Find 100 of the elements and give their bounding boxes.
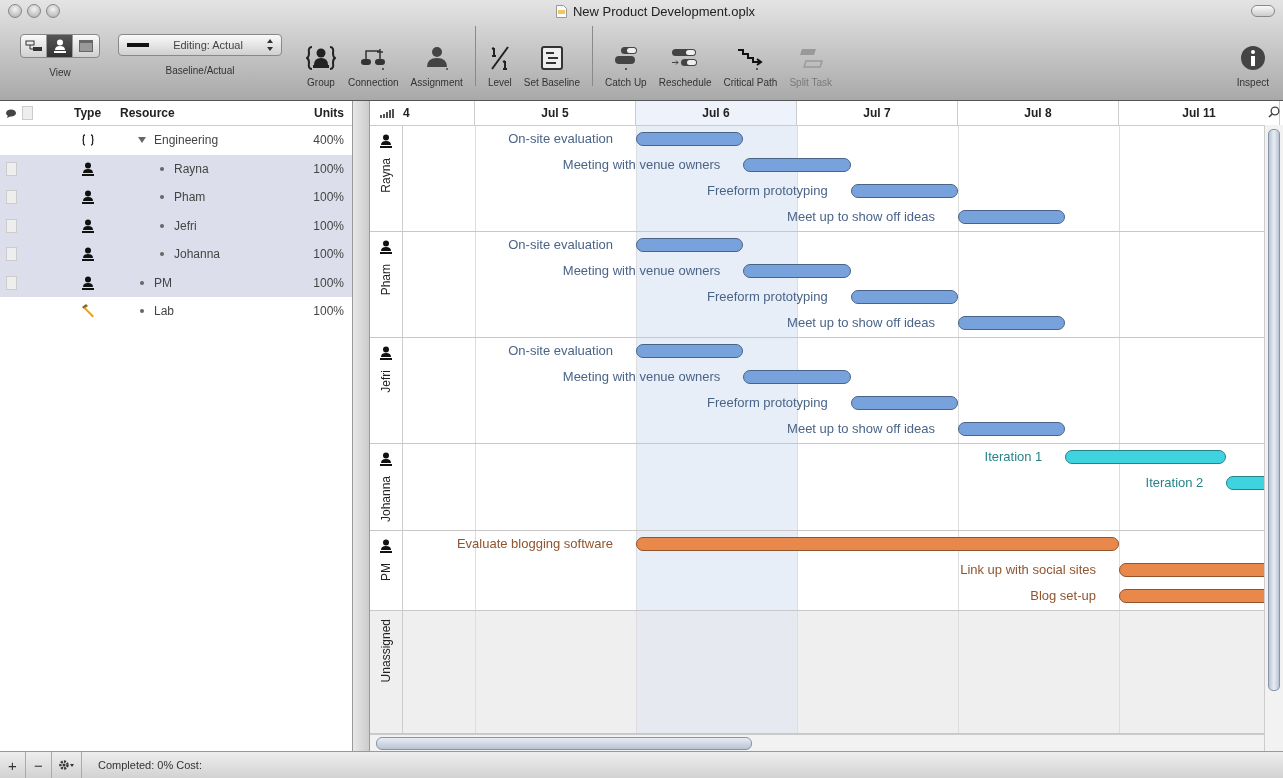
zoom-level-icon[interactable]	[379, 108, 394, 118]
resource-row[interactable]: Lab 100%	[0, 297, 352, 326]
calendar-view-icon	[79, 40, 93, 52]
info-icon	[1239, 45, 1266, 71]
baseline-popup[interactable]: Editing: Actual	[118, 34, 282, 56]
group-icon	[306, 45, 336, 71]
task-label: Link up with social sites	[960, 562, 1096, 579]
task-label: Meet up to show off ideas	[787, 315, 935, 331]
toolbar-button[interactable]: Critical Path	[717, 26, 784, 88]
task-bar[interactable]	[1065, 450, 1227, 464]
zoom-button[interactable]	[46, 4, 60, 18]
task-bar[interactable]	[636, 344, 744, 358]
day-header[interactable]: Jul 8	[958, 101, 1119, 125]
task-bar[interactable]	[850, 290, 958, 304]
note-icon	[6, 190, 17, 205]
column-header[interactable]: Type	[55, 106, 120, 120]
units-value: 100%	[312, 161, 345, 176]
toolbar-button[interactable]: Group	[300, 26, 342, 88]
units-value: 100%	[312, 275, 345, 290]
task-bar[interactable]	[636, 132, 744, 146]
document-icon	[555, 4, 567, 18]
settings-icon	[58, 760, 75, 770]
units-value: 100%	[312, 218, 345, 233]
toolbar-button[interactable]: Level	[481, 26, 518, 88]
person-icon	[380, 452, 392, 466]
task-bar[interactable]	[850, 184, 958, 198]
resource-name: Jefri	[174, 218, 197, 233]
column-header[interactable]: Resource	[120, 106, 284, 120]
bullet-icon	[160, 252, 164, 257]
task-bar[interactable]	[850, 396, 958, 410]
person-icon	[380, 134, 392, 148]
search-icon[interactable]	[1268, 106, 1280, 118]
task-label: Freeform prototyping	[707, 183, 828, 199]
task-bar[interactable]	[636, 238, 744, 252]
toolbar-button[interactable]: Catch Up	[599, 26, 653, 88]
task-bar[interactable]	[958, 210, 1066, 224]
disclosure-triangle-icon[interactable]	[138, 136, 146, 145]
toolbar-button[interactable]: Reschedule	[652, 26, 718, 88]
task-bar[interactable]	[743, 264, 851, 278]
resource-row[interactable]: Engineering 400%	[0, 126, 352, 155]
resource-name: Pham	[174, 190, 206, 205]
column-header[interactable]: Units	[284, 106, 352, 120]
task-label: Meeting with venue owners	[562, 157, 721, 173]
note-icon	[6, 247, 17, 262]
task-label: Meeting with venue owners	[562, 263, 721, 279]
units-value: 100%	[312, 304, 345, 319]
task-bar[interactable]	[1119, 563, 1265, 578]
resource-row[interactable]: Pham 100%	[0, 183, 352, 212]
scrollbar-thumb[interactable]	[1268, 129, 1280, 691]
person-icon	[81, 247, 94, 262]
note-icon	[6, 161, 17, 176]
task-label: On-site evaluation	[508, 131, 613, 147]
resource-row[interactable]: Jefri 100%	[0, 211, 352, 240]
group-icon	[81, 134, 94, 147]
toolbar-button[interactable]: Connection	[342, 26, 405, 88]
minimize-button[interactable]	[27, 4, 41, 18]
bullet-icon	[140, 309, 144, 314]
task-bar[interactable]	[958, 422, 1066, 436]
day-header[interactable]: Jul 7	[797, 101, 958, 125]
bullet-icon	[160, 166, 164, 171]
day-header[interactable]: Jul 6	[636, 101, 797, 125]
task-label: Evaluate blogging software	[456, 536, 613, 553]
task-bar[interactable]	[636, 537, 1119, 552]
resource-name: Rayna	[174, 161, 209, 176]
lane-label: Rayna	[379, 158, 393, 193]
task-bar[interactable]	[1119, 589, 1265, 604]
person-icon	[380, 539, 392, 554]
toolbar-toggle-button[interactable]	[1251, 5, 1275, 17]
person-icon	[380, 240, 392, 254]
person-icon	[81, 190, 94, 205]
resource-name: Johanna	[174, 247, 221, 262]
add-button[interactable]: +	[0, 752, 26, 778]
remove-button[interactable]: −	[26, 752, 52, 778]
comment-icon	[6, 108, 16, 118]
lane-label: Pham	[379, 264, 393, 296]
network-view-icon	[24, 40, 43, 52]
scrollbar-thumb[interactable]	[376, 736, 752, 750]
units-value: 100%	[312, 190, 345, 205]
toolbar-label: Baseline/Actual	[165, 65, 235, 76]
view-switcher[interactable]	[20, 34, 100, 58]
units-value: 400%	[312, 133, 345, 148]
task-label: Meet up to show off ideas	[787, 209, 935, 225]
close-button[interactable]	[8, 4, 22, 18]
task-label: On-site evaluation	[508, 343, 613, 359]
status-text: Completed: 0% Cost:	[98, 759, 202, 771]
resource-name: Engineering	[154, 133, 219, 148]
day-header: 4	[403, 106, 410, 120]
stepper-icon	[267, 39, 273, 51]
task-bar[interactable]	[743, 370, 851, 384]
toolbar-button[interactable]: Inspect	[1230, 26, 1275, 88]
resource-row[interactable]: Johanna 100%	[0, 240, 352, 269]
task-bar[interactable]	[743, 158, 851, 172]
resource-row[interactable]: Rayna 100%	[0, 154, 352, 183]
task-bar[interactable]	[958, 316, 1066, 330]
resource-name: Lab	[154, 304, 175, 319]
resource-row[interactable]: PM 100%	[0, 268, 352, 297]
toolbar-button[interactable]: Assignment	[404, 26, 469, 88]
task-label: On-site evaluation	[508, 237, 613, 253]
view-segment[interactable]	[47, 35, 73, 57]
toolbar-button[interactable]: Set Baseline	[517, 26, 586, 88]
